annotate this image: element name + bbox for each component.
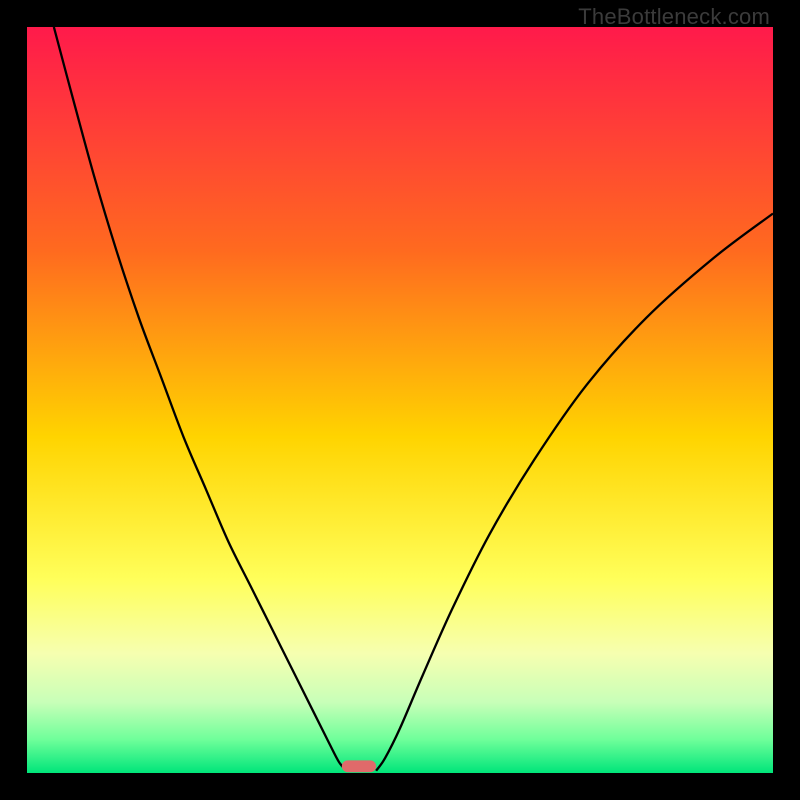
min-marker-pill: [342, 760, 376, 772]
chart-svg: [27, 27, 773, 773]
plot-area: [27, 27, 773, 773]
min-marker: [342, 760, 376, 772]
gradient-background: [27, 27, 773, 773]
outer-frame: TheBottleneck.com: [0, 0, 800, 800]
